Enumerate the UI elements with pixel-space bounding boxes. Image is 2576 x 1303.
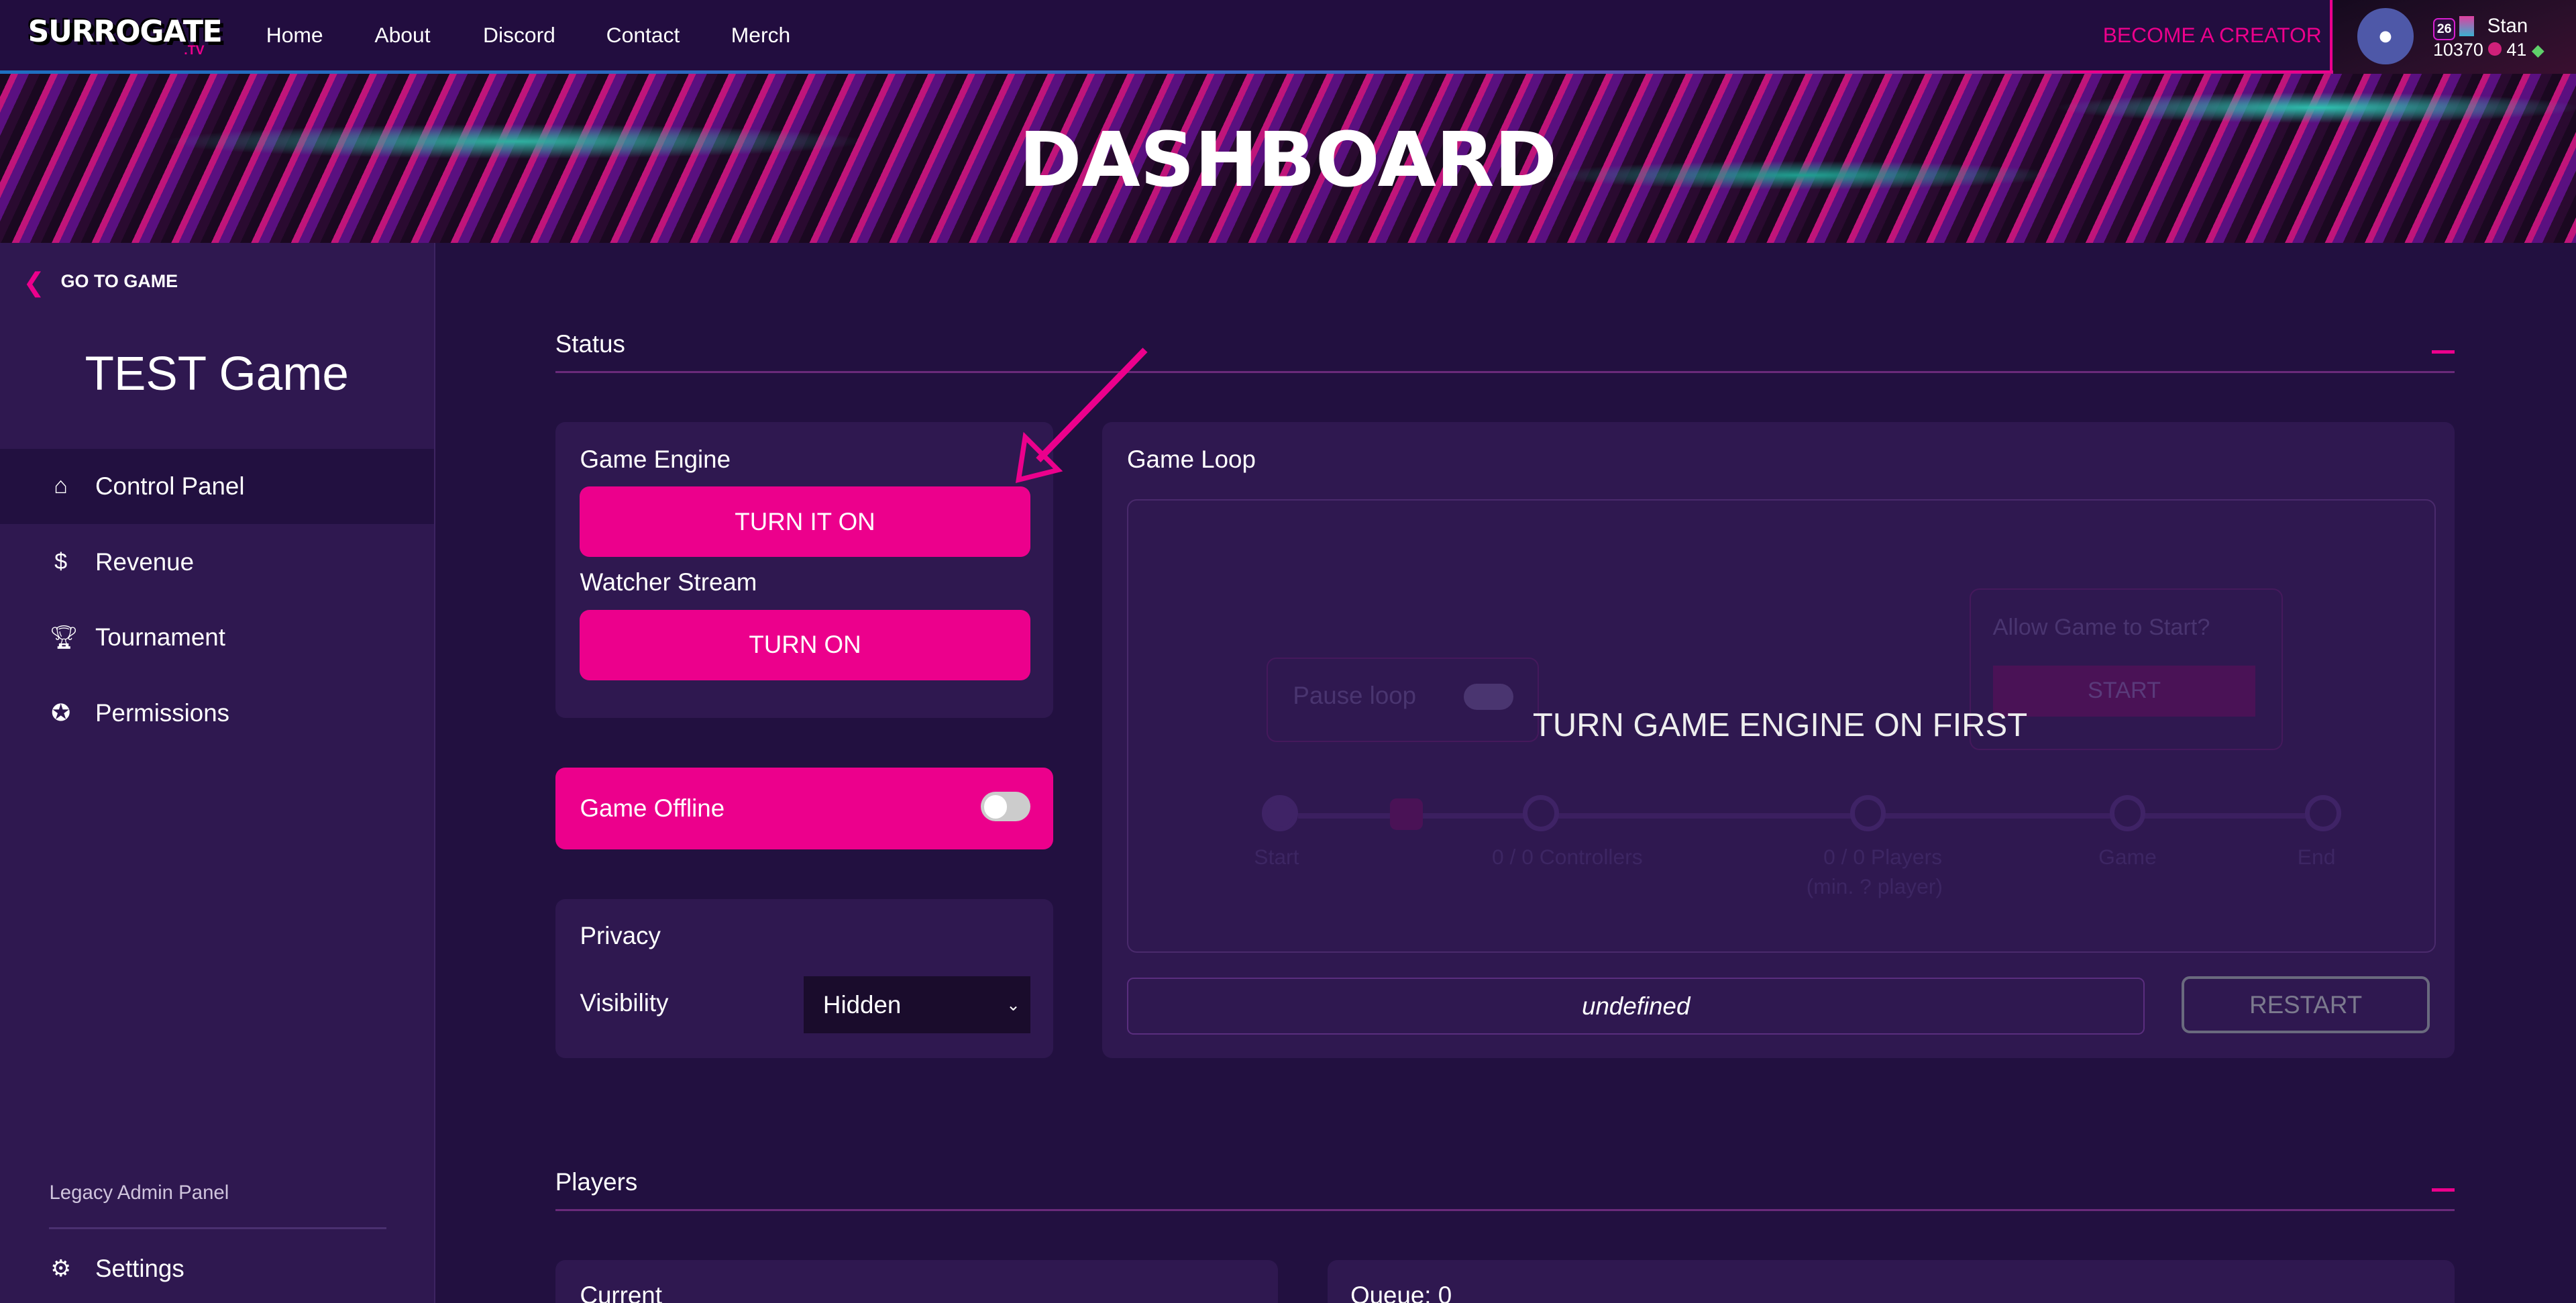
annotation-arrow-icon: [1015, 348, 1148, 484]
